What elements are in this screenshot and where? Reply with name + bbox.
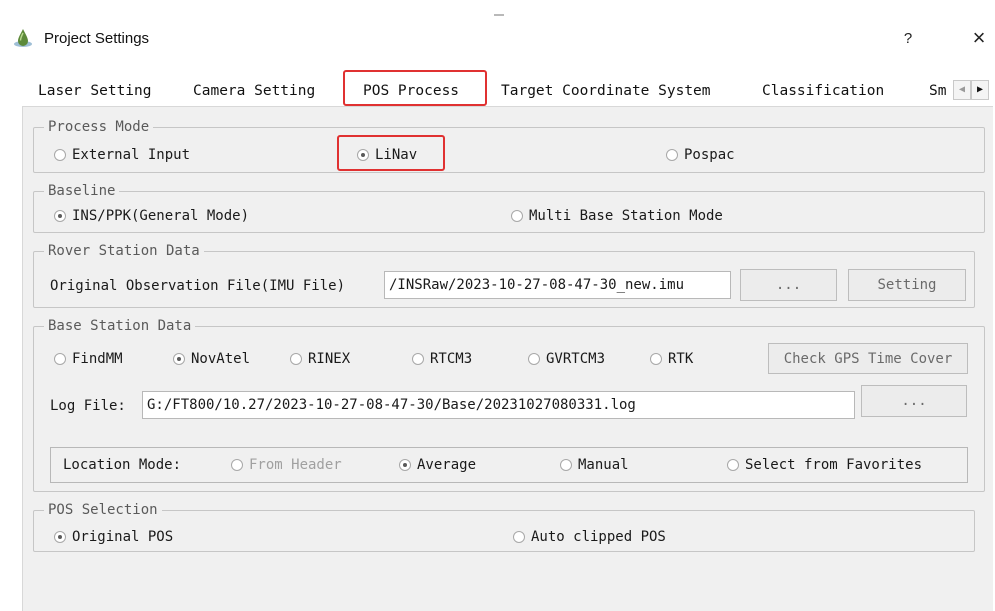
water-drop-icon xyxy=(14,29,32,47)
radio-rinex[interactable]: RINEX xyxy=(290,350,350,368)
radio-rtk[interactable]: RTK xyxy=(650,350,693,368)
radio-findmm[interactable]: FindMM xyxy=(54,350,123,368)
base-station-title: Base Station Data xyxy=(44,317,196,335)
radio-dot xyxy=(560,459,572,471)
imu-file-field[interactable]: /INSRaw/2023-10-27-08-47-30_new.imu xyxy=(384,271,731,299)
radio-dot xyxy=(528,353,540,365)
radio-from-header[interactable]: From Header xyxy=(231,456,342,474)
tab-pos-process[interactable]: POS Process xyxy=(363,78,460,104)
radio-dot-selected xyxy=(357,149,369,161)
radio-dot xyxy=(666,149,678,161)
radio-dot-selected xyxy=(173,353,185,365)
location-mode-label: Location Mode: xyxy=(63,457,182,473)
close-button[interactable]: × xyxy=(966,24,992,52)
radio-dot xyxy=(54,149,66,161)
imu-file-label: Original Observation File(IMU File) xyxy=(50,278,346,294)
tab-camera-setting[interactable]: Camera Setting xyxy=(193,78,315,104)
base-station-group: Base Station Data FindMM NovAtel RINEX R… xyxy=(33,317,985,492)
radio-average[interactable]: Average xyxy=(399,456,476,474)
radio-dot xyxy=(650,353,662,365)
rover-station-title: Rover Station Data xyxy=(44,242,204,260)
log-file-label: Log File: xyxy=(50,398,126,414)
imu-browse-button[interactable]: ... xyxy=(740,269,837,301)
radio-dot-selected xyxy=(54,531,66,543)
radio-novatel[interactable]: NovAtel xyxy=(173,350,250,368)
baseline-group: Baseline INS/PPK(General Mode) Multi Bas… xyxy=(33,182,985,233)
radio-select-from-favorites[interactable]: Select from Favorites xyxy=(727,456,922,474)
radio-manual[interactable]: Manual xyxy=(560,456,629,474)
pos-selection-title: POS Selection xyxy=(44,501,162,519)
tab-target-coordinate-system[interactable]: Target Coordinate System xyxy=(501,78,711,104)
radio-dot xyxy=(412,353,424,365)
tab-laser-setting[interactable]: Laser Setting xyxy=(38,78,152,104)
radio-pospac[interactable]: Pospac xyxy=(666,146,735,164)
radio-dot xyxy=(513,531,525,543)
log-browse-button[interactable]: ... xyxy=(861,385,967,417)
pos-process-panel: Process Mode External Input LiNav Pospac… xyxy=(22,106,993,611)
radio-dot xyxy=(727,459,739,471)
radio-original-pos[interactable]: Original POS xyxy=(54,528,173,546)
radio-gvrtcm3[interactable]: GVRTCM3 xyxy=(528,350,605,368)
process-mode-group: Process Mode External Input LiNav Pospac xyxy=(33,118,985,173)
radio-dot xyxy=(231,459,243,471)
chevron-right-icon[interactable]: ▶ xyxy=(971,80,989,100)
radio-rtcm3[interactable]: RTCM3 xyxy=(412,350,472,368)
window-grip xyxy=(494,14,504,16)
rover-station-group: Rover Station Data Original Observation … xyxy=(33,242,975,308)
tab-sm[interactable]: Sm xyxy=(929,78,946,104)
radio-dot xyxy=(290,353,302,365)
pos-selection-group: POS Selection Original POS Auto clipped … xyxy=(33,501,975,552)
location-mode-box: Location Mode: From Header Average Manua… xyxy=(50,447,968,483)
radio-multi-base-station[interactable]: Multi Base Station Mode xyxy=(511,207,723,225)
chevron-left-icon[interactable]: ◀ xyxy=(953,80,971,100)
radio-dot-selected xyxy=(399,459,411,471)
log-file-field[interactable]: G:/FT800/10.27/2023-10-27-08-47-30/Base/… xyxy=(142,391,855,419)
title-bar: Project Settings ? × xyxy=(0,0,995,70)
help-button[interactable]: ? xyxy=(896,26,920,52)
window-title: Project Settings xyxy=(44,30,150,47)
rover-setting-button[interactable]: Setting xyxy=(848,269,966,301)
check-gps-time-cover-button[interactable]: Check GPS Time Cover xyxy=(768,343,968,374)
radio-ins-ppk[interactable]: INS/PPK(General Mode) xyxy=(54,207,249,225)
radio-dot xyxy=(54,353,66,365)
baseline-title: Baseline xyxy=(44,182,120,200)
radio-external-input[interactable]: External Input xyxy=(54,146,190,164)
process-mode-title: Process Mode xyxy=(44,118,154,136)
radio-auto-clipped-pos[interactable]: Auto clipped POS xyxy=(513,528,666,546)
tab-bar: Laser Setting Camera Setting POS Process… xyxy=(0,72,995,106)
tab-classification[interactable]: Classification xyxy=(762,78,884,104)
radio-dot-selected xyxy=(54,210,66,222)
radio-dot xyxy=(511,210,523,222)
radio-linav[interactable]: LiNav xyxy=(357,146,417,164)
